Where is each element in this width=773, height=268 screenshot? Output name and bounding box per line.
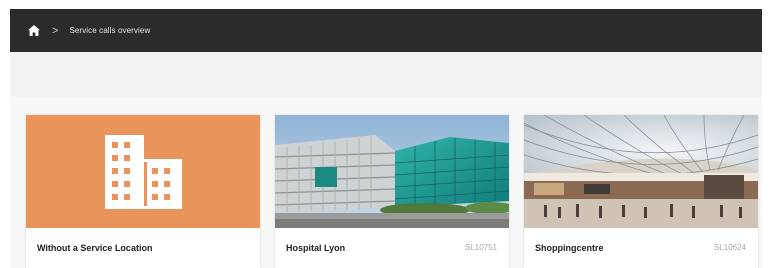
building-icon: [105, 135, 182, 209]
service-location-card-without-location[interactable]: Without a Service Location: [26, 115, 260, 268]
photo-shopping-mall-interior: [524, 115, 758, 228]
home-icon[interactable]: [27, 24, 41, 38]
card-title: Hospital Lyon: [286, 243, 346, 253]
chevron-right-icon: >: [52, 24, 59, 37]
card-footer: Shoppingcentre SL10624: [524, 228, 758, 268]
top-navigation-bar: > Service calls overview: [10, 9, 762, 52]
card-footer: Hospital Lyon SL10751: [275, 228, 509, 268]
service-location-card-hospital-lyon[interactable]: Hospital Lyon SL10751: [275, 115, 509, 268]
card-footer: Without a Service Location: [26, 228, 260, 268]
card-title: Without a Service Location: [37, 243, 153, 253]
card-code: SL10751: [464, 243, 497, 252]
breadcrumb-title: Service calls overview: [69, 26, 151, 35]
toolbar-area: [10, 52, 762, 97]
photo-hospital-building: [275, 115, 509, 228]
card-title: Shoppingcentre: [535, 243, 604, 253]
card-code: SL10624: [713, 243, 746, 252]
card-media: [26, 115, 260, 228]
service-location-card-shoppingcentre[interactable]: Shoppingcentre SL10624: [524, 115, 758, 268]
